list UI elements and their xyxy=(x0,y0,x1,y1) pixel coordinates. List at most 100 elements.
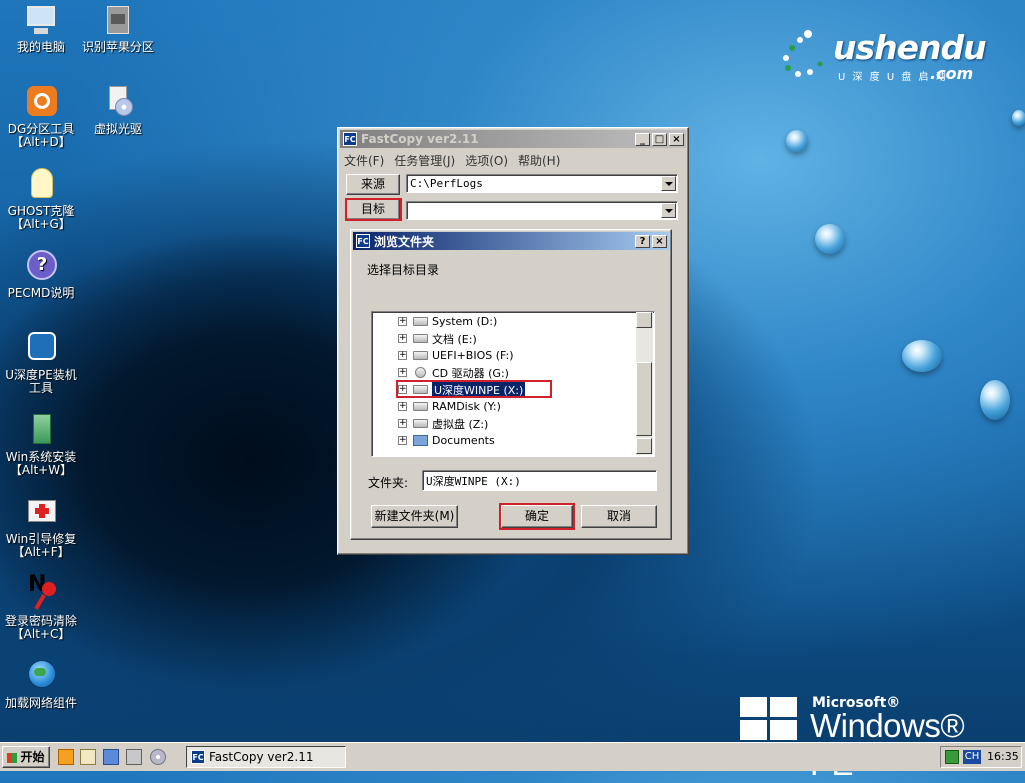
ushendu-swirl-icon xyxy=(783,30,823,77)
desktop-icon-label: 识别苹果分区 xyxy=(81,40,154,54)
browse-folder-dialog: FC 浏览文件夹 ? × 选择目标目录 + System (D:) + 文档 (… xyxy=(350,229,672,540)
setup-icon xyxy=(24,414,58,448)
expand-icon[interactable]: + xyxy=(398,368,407,377)
brand-com: .com xyxy=(930,64,974,83)
folder-tree[interactable]: + System (D:) + 文档 (E:) + UEFI+BIOS (F:)… xyxy=(371,311,655,457)
menu-options[interactable]: 选项(O) xyxy=(465,152,508,169)
start-button[interactable]: 开始 xyxy=(2,746,50,768)
close-button[interactable]: × xyxy=(669,132,684,146)
desktop-icon-hotkey: 【Alt+G】 xyxy=(11,217,71,231)
drive-icon xyxy=(413,385,428,394)
help-button[interactable]: ? xyxy=(635,234,650,248)
folder-input[interactable]: U深度WINPE (X:) xyxy=(422,470,657,491)
maximize-button[interactable]: □ xyxy=(652,132,667,146)
computer-icon xyxy=(24,4,58,38)
desktop-icon-boot-repair[interactable]: Win引导修复 【Alt+F】 xyxy=(0,496,82,559)
scroll-down-icon[interactable] xyxy=(636,438,652,454)
globe-icon xyxy=(24,660,58,694)
desktop-icon-network[interactable]: 加载网络组件 xyxy=(0,660,82,710)
chevron-down-icon[interactable] xyxy=(661,176,676,191)
desktop-icon-hotkey: 【Alt+D】 xyxy=(11,135,71,149)
desktop-icon-password-clear[interactable]: N 登录密码清除 【Alt+C】 xyxy=(0,574,82,641)
tree-item-ramdisk-y[interactable]: + RAMDisk (Y:) xyxy=(398,398,501,415)
desktop-icon-label: 加载网络组件 xyxy=(4,696,77,710)
desktop-icon-dg-partition[interactable]: DG分区工具 【Alt+D】 xyxy=(0,86,82,149)
water-drop xyxy=(1012,110,1025,126)
desktop-icon-my-computer[interactable]: 我的电脑 xyxy=(0,4,82,54)
cancel-button[interactable]: 取消 xyxy=(581,505,657,528)
tree-item-cd-g[interactable]: + CD 驱动器 (G:) xyxy=(398,364,509,381)
desktop-icon-hotkey: 【Alt+F】 xyxy=(12,545,70,559)
source-combo[interactable]: C:\PerfLogs xyxy=(406,174,678,193)
source-button[interactable]: 来源 xyxy=(346,174,400,195)
new-folder-button[interactable]: 新建文件夹(M) xyxy=(371,505,458,528)
drive-icon xyxy=(413,419,428,428)
first-aid-icon xyxy=(24,496,58,530)
expand-icon[interactable]: + xyxy=(398,402,407,411)
folder-icon xyxy=(413,435,428,446)
menu-help[interactable]: 帮助(H) xyxy=(518,152,560,169)
browse-title: 浏览文件夹 xyxy=(374,234,435,249)
scroll-thumb[interactable] xyxy=(636,362,652,436)
network-tray-icon[interactable] xyxy=(945,750,959,764)
expand-icon[interactable]: + xyxy=(398,351,407,360)
water-drop xyxy=(815,224,845,254)
language-indicator[interactable]: CH xyxy=(963,750,981,764)
expand-icon[interactable]: + xyxy=(398,436,407,445)
desktop-icon-label: PECMD说明 xyxy=(7,286,75,300)
quick-launch-browser-icon[interactable] xyxy=(58,749,74,765)
windows-flag-icon xyxy=(7,752,18,763)
desktop-icon-label: 虚拟光驱 xyxy=(93,122,142,136)
desktop-icon-win-install[interactable]: Win系统安装 【Alt+W】 xyxy=(0,414,82,477)
quick-launch-printer-icon[interactable] xyxy=(126,749,142,765)
drive-icon xyxy=(413,402,428,411)
tree-item-system-d[interactable]: + System (D:) xyxy=(398,313,497,330)
close-button[interactable]: × xyxy=(652,234,667,248)
quick-launch-image-icon[interactable] xyxy=(80,749,96,765)
key-icon: N xyxy=(24,574,58,612)
dest-combo[interactable] xyxy=(406,201,678,220)
drive-icon xyxy=(413,334,428,343)
help-icon: ? xyxy=(24,250,58,284)
minimize-button[interactable]: _ xyxy=(635,132,650,146)
tree-item-ushendu-x[interactable]: + U深度WINPE (X:) xyxy=(398,381,526,398)
expand-icon[interactable]: + xyxy=(398,385,407,394)
dest-button[interactable]: 目标 xyxy=(346,199,400,220)
system-tray: CH 16:35 xyxy=(940,746,1022,768)
tree-item-uefi-f[interactable]: + UEFI+BIOS (F:) xyxy=(398,347,513,364)
chevron-down-icon[interactable] xyxy=(661,203,676,218)
desktop-icon-ushendu-installer[interactable]: U深度PE装机 工具 xyxy=(0,332,82,395)
fastcopy-titlebar[interactable]: FC FastCopy ver2.11 _ □ × xyxy=(340,130,686,148)
desktop-icon-apple-partition[interactable]: 识别苹果分区 xyxy=(77,4,159,54)
browse-prompt: 选择目标目录 xyxy=(367,263,440,277)
fastcopy-app-icon: FC xyxy=(356,234,370,248)
expand-icon[interactable]: + xyxy=(398,334,407,343)
menu-file[interactable]: 文件(F) xyxy=(344,152,384,169)
drive-icon xyxy=(413,317,428,326)
desktop-icon-label2: 工具 xyxy=(28,381,53,395)
folder-label: 文件夹: xyxy=(368,476,409,490)
scroll-up-icon[interactable] xyxy=(636,312,652,328)
desktop-icon-ghost[interactable]: GHOST克隆 【Alt+G】 xyxy=(0,168,82,231)
installer-icon xyxy=(24,332,58,366)
expand-icon[interactable]: + xyxy=(398,419,407,428)
tree-item-documents[interactable]: + Documents xyxy=(398,432,495,449)
cd-drive-icon xyxy=(415,367,426,378)
ok-button[interactable]: 确定 xyxy=(501,505,573,528)
quick-launch-disc-icon[interactable] xyxy=(150,749,166,765)
diskgenius-icon xyxy=(24,86,58,120)
desktop-icon-pecmd-help[interactable]: ? PECMD说明 xyxy=(0,250,82,300)
tree-scrollbar[interactable] xyxy=(636,312,653,455)
expand-icon[interactable]: + xyxy=(398,317,407,326)
source-value: C:\PerfLogs xyxy=(410,177,483,190)
quick-launch-tools-icon[interactable] xyxy=(103,749,119,765)
tree-item-docs-e[interactable]: + 文档 (E:) xyxy=(398,330,477,347)
fastcopy-app-icon: FC xyxy=(343,132,357,146)
desktop-icon-virtual-drive[interactable]: 虚拟光驱 xyxy=(77,86,159,136)
tree-item-virtual-z[interactable]: + 虚拟盘 (Z:) xyxy=(398,415,488,432)
water-drop xyxy=(786,130,808,152)
fastcopy-title: FastCopy ver2.11 xyxy=(361,132,479,146)
menu-task-manage[interactable]: 任务管理(J) xyxy=(394,152,455,169)
browse-titlebar[interactable]: FC 浏览文件夹 ? × xyxy=(353,232,669,250)
taskbar-item-fastcopy[interactable]: FC FastCopy ver2.11 xyxy=(186,746,346,768)
